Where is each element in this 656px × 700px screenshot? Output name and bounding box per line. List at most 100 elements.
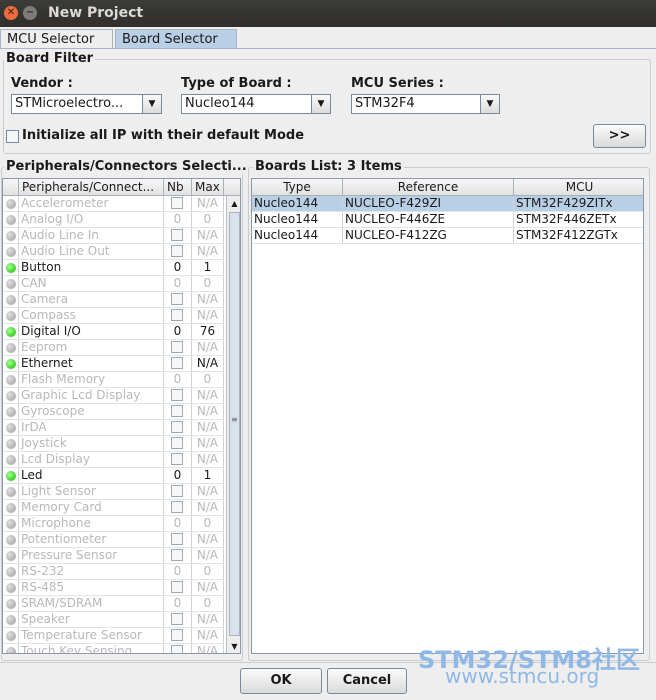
peripheral-nb[interactable] [164, 388, 192, 404]
nb-checkbox[interactable] [171, 309, 183, 321]
peripheral-row[interactable]: Lcd Display N/A [3, 452, 240, 468]
peripheral-row[interactable]: Joystick N/A [3, 436, 240, 452]
vendor-select[interactable]: STMicroelectro... ▼ [11, 94, 162, 114]
nb-checkbox[interactable] [171, 645, 183, 653]
header-mcu[interactable]: MCU [514, 179, 643, 196]
header-reference[interactable]: Reference [343, 179, 514, 196]
nb-checkbox[interactable] [171, 405, 183, 417]
peripheral-nb[interactable]: 0 [164, 260, 192, 276]
peripheral-row[interactable]: CAN 0 0 [3, 276, 240, 292]
peripheral-row[interactable]: Gyroscope N/A [3, 404, 240, 420]
peripheral-row[interactable]: Accelerometer N/A [3, 196, 240, 212]
header-nb[interactable]: Nb [164, 179, 192, 196]
header-type[interactable]: Type [252, 179, 343, 196]
peripheral-nb[interactable]: 0 [164, 276, 192, 292]
nb-checkbox[interactable] [171, 485, 183, 497]
peripheral-nb[interactable]: 0 [164, 596, 192, 612]
peripheral-row[interactable]: IrDA N/A [3, 420, 240, 436]
scroll-down-icon[interactable]: ▼ [228, 640, 240, 653]
board-row[interactable]: Nucleo144 NUCLEO-F446ZE STM32F446ZETx [252, 212, 643, 228]
nb-checkbox[interactable] [171, 613, 183, 625]
peripheral-row[interactable]: Potentiometer N/A [3, 532, 240, 548]
peripheral-row[interactable]: Temperature Sensor N/A [3, 628, 240, 644]
close-icon[interactable]: ✕ [4, 6, 18, 20]
peripheral-row[interactable]: Light Sensor N/A [3, 484, 240, 500]
ok-button[interactable]: OK [240, 668, 322, 694]
peripheral-row[interactable]: Microphone 0 0 [3, 516, 240, 532]
peripheral-row[interactable]: Touch Key Sensing N/A [3, 644, 240, 653]
board-row[interactable]: Nucleo144 NUCLEO-F412ZG STM32F412ZGTx [252, 228, 643, 244]
peripheral-row[interactable]: Flash Memory 0 0 [3, 372, 240, 388]
peripheral-nb[interactable] [164, 612, 192, 628]
peripheral-nb[interactable] [164, 308, 192, 324]
header-max[interactable]: Max [192, 179, 224, 196]
peripheral-row[interactable]: Button 0 1 [3, 260, 240, 276]
peripheral-row[interactable]: Led 0 1 [3, 468, 240, 484]
nb-checkbox[interactable] [171, 437, 183, 449]
peripheral-row[interactable]: Analog I/O 0 0 [3, 212, 240, 228]
nb-checkbox[interactable] [171, 581, 183, 593]
peripheral-row[interactable]: Graphic Lcd Display N/A [3, 388, 240, 404]
peripherals-scrollbar[interactable]: ▲ ≡ ▼ [226, 196, 240, 653]
peripheral-row[interactable]: Compass N/A [3, 308, 240, 324]
peripheral-nb[interactable]: 0 [164, 372, 192, 388]
peripheral-nb[interactable]: 0 [164, 516, 192, 532]
mcu-series-select[interactable]: STM32F4 ▼ [351, 94, 500, 114]
tab-board-selector[interactable]: Board Selector [115, 29, 237, 49]
nb-checkbox[interactable] [171, 245, 183, 257]
peripheral-nb[interactable] [164, 644, 192, 653]
nb-checkbox[interactable] [171, 629, 183, 641]
peripheral-nb[interactable] [164, 356, 192, 372]
peripheral-nb[interactable] [164, 420, 192, 436]
peripheral-row[interactable]: Audio Line Out N/A [3, 244, 240, 260]
board-type-select[interactable]: Nucleo144 ▼ [181, 94, 331, 114]
peripheral-nb[interactable] [164, 436, 192, 452]
peripheral-row[interactable]: Camera N/A [3, 292, 240, 308]
peripheral-row[interactable]: RS-232 0 0 [3, 564, 240, 580]
board-row[interactable]: Nucleo144 NUCLEO-F429ZI STM32F429ZITx [252, 196, 643, 212]
peripheral-row[interactable]: Memory Card N/A [3, 500, 240, 516]
peripheral-nb[interactable] [164, 196, 192, 212]
nb-checkbox[interactable] [171, 549, 183, 561]
peripheral-row[interactable]: Digital I/O 0 76 [3, 324, 240, 340]
tab-mcu-selector[interactable]: MCU Selector [0, 29, 113, 49]
nb-checkbox[interactable] [171, 197, 183, 209]
peripheral-row[interactable]: Speaker N/A [3, 612, 240, 628]
scroll-up-icon[interactable]: ▲ [228, 197, 240, 211]
nb-checkbox[interactable] [171, 453, 183, 465]
peripheral-nb[interactable]: 0 [164, 212, 192, 228]
peripheral-row[interactable]: SRAM/SDRAM 0 0 [3, 596, 240, 612]
peripheral-nb[interactable] [164, 628, 192, 644]
peripheral-row[interactable]: RS-485 N/A [3, 580, 240, 596]
nb-checkbox[interactable] [171, 389, 183, 401]
nb-checkbox[interactable] [171, 533, 183, 545]
peripheral-nb[interactable] [164, 500, 192, 516]
peripheral-nb[interactable]: 0 [164, 564, 192, 580]
init-ip-checkbox[interactable] [6, 130, 19, 143]
peripheral-nb[interactable] [164, 292, 192, 308]
peripheral-nb[interactable] [164, 452, 192, 468]
peripheral-nb[interactable] [164, 580, 192, 596]
peripheral-row[interactable]: Pressure Sensor N/A [3, 548, 240, 564]
peripheral-nb[interactable]: 0 [164, 468, 192, 484]
peripheral-nb[interactable] [164, 228, 192, 244]
nb-checkbox[interactable] [171, 293, 183, 305]
peripheral-nb[interactable] [164, 244, 192, 260]
peripheral-nb[interactable]: 0 [164, 324, 192, 340]
peripheral-nb[interactable] [164, 484, 192, 500]
expand-button[interactable]: >> [593, 124, 646, 148]
nb-checkbox[interactable] [171, 501, 183, 513]
header-peripheral[interactable]: Peripherals/Connect... [19, 179, 164, 196]
peripheral-row[interactable]: Audio Line In N/A [3, 228, 240, 244]
nb-checkbox[interactable] [171, 421, 183, 433]
nb-checkbox[interactable] [171, 357, 183, 369]
peripheral-nb[interactable] [164, 340, 192, 356]
scroll-thumb[interactable]: ≡ [229, 212, 240, 636]
peripheral-nb[interactable] [164, 548, 192, 564]
nb-checkbox[interactable] [171, 229, 183, 241]
peripheral-row[interactable]: Ethernet N/A [3, 356, 240, 372]
peripheral-nb[interactable] [164, 532, 192, 548]
peripheral-nb[interactable] [164, 404, 192, 420]
minimize-icon[interactable]: − [23, 6, 37, 20]
nb-checkbox[interactable] [171, 341, 183, 353]
